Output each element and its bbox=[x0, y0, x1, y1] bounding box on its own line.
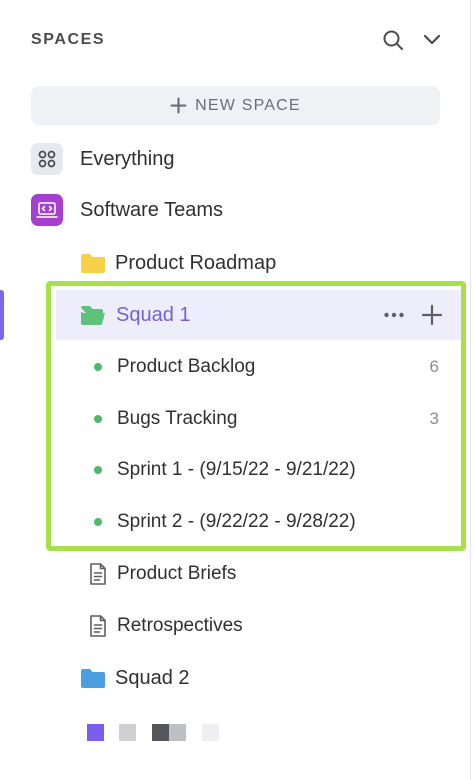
list-item-label: Sprint 1 - (9/15/22 - 9/21/22) bbox=[117, 459, 356, 480]
list-status-dot bbox=[94, 363, 102, 371]
folder-squad-2-label: Squad 2 bbox=[115, 666, 190, 689]
list-status-dot bbox=[94, 466, 102, 474]
plus-icon bbox=[170, 97, 187, 114]
swatch-mid-gray bbox=[169, 724, 186, 741]
list-item-count: 3 bbox=[429, 409, 439, 428]
folder-squad-2[interactable]: Squad 2 bbox=[0, 656, 470, 700]
list-item-label: Sprint 2 - (9/22/22 - 9/28/22) bbox=[117, 511, 356, 532]
code-laptop-icon bbox=[31, 194, 63, 226]
doc-product-briefs-label: Product Briefs bbox=[117, 563, 237, 584]
color-swatches bbox=[87, 724, 219, 741]
swatch-purple bbox=[87, 724, 104, 741]
list-item-sprint-2[interactable]: Sprint 2 - (9/22/22 - 9/28/22) bbox=[90, 502, 450, 542]
space-everything-label: Everything bbox=[80, 147, 175, 170]
sidebar-border bbox=[470, 0, 471, 780]
list-item-product-backlog[interactable]: Product Backlog 6 bbox=[90, 347, 450, 387]
spaces-title: SPACES bbox=[31, 31, 106, 48]
more-horizontal-icon[interactable] bbox=[382, 303, 406, 327]
folder-icon bbox=[81, 669, 105, 688]
new-space-button[interactable]: NEW SPACE bbox=[31, 86, 440, 125]
chevron-down-icon[interactable] bbox=[420, 28, 444, 52]
plus-icon[interactable] bbox=[420, 303, 444, 327]
folder-squad-1-actions bbox=[382, 303, 444, 327]
swatch-pale-gray bbox=[202, 724, 219, 741]
list-item-bugs-tracking[interactable]: Bugs Tracking 3 bbox=[90, 399, 450, 439]
new-space-label: NEW SPACE bbox=[195, 96, 301, 114]
list-status-dot bbox=[94, 518, 102, 526]
list-status-dot bbox=[94, 415, 102, 423]
doc-retrospectives[interactable]: Retrospectives bbox=[0, 604, 470, 648]
swatch-light-gray bbox=[119, 724, 136, 741]
folder-squad-1-label: Squad 1 bbox=[116, 303, 191, 326]
spaces-header: SPACES bbox=[31, 30, 441, 50]
space-software-teams[interactable]: Software Teams bbox=[0, 188, 470, 232]
space-software-teams-label: Software Teams bbox=[80, 198, 224, 221]
space-everything[interactable]: Everything bbox=[0, 137, 470, 181]
search-icon[interactable] bbox=[381, 28, 405, 52]
folder-icon bbox=[81, 254, 105, 273]
swatch-dark-gray bbox=[152, 724, 169, 741]
list-item-label: Bugs Tracking bbox=[117, 408, 238, 429]
folder-product-roadmap[interactable]: Product Roadmap bbox=[0, 241, 470, 285]
doc-product-briefs[interactable]: Product Briefs bbox=[0, 552, 470, 596]
list-item-label: Product Backlog bbox=[117, 356, 256, 377]
folder-open-icon bbox=[81, 306, 105, 325]
list-item-count: 6 bbox=[429, 357, 439, 376]
document-icon bbox=[90, 563, 106, 585]
document-icon bbox=[90, 615, 106, 637]
folder-squad-1-title[interactable]: Squad 1 bbox=[0, 293, 300, 337]
grid-circles-icon bbox=[31, 143, 63, 175]
doc-retrospectives-label: Retrospectives bbox=[117, 615, 243, 636]
folder-product-roadmap-label: Product Roadmap bbox=[115, 251, 277, 274]
list-item-sprint-1[interactable]: Sprint 1 - (9/15/22 - 9/21/22) bbox=[90, 450, 450, 490]
